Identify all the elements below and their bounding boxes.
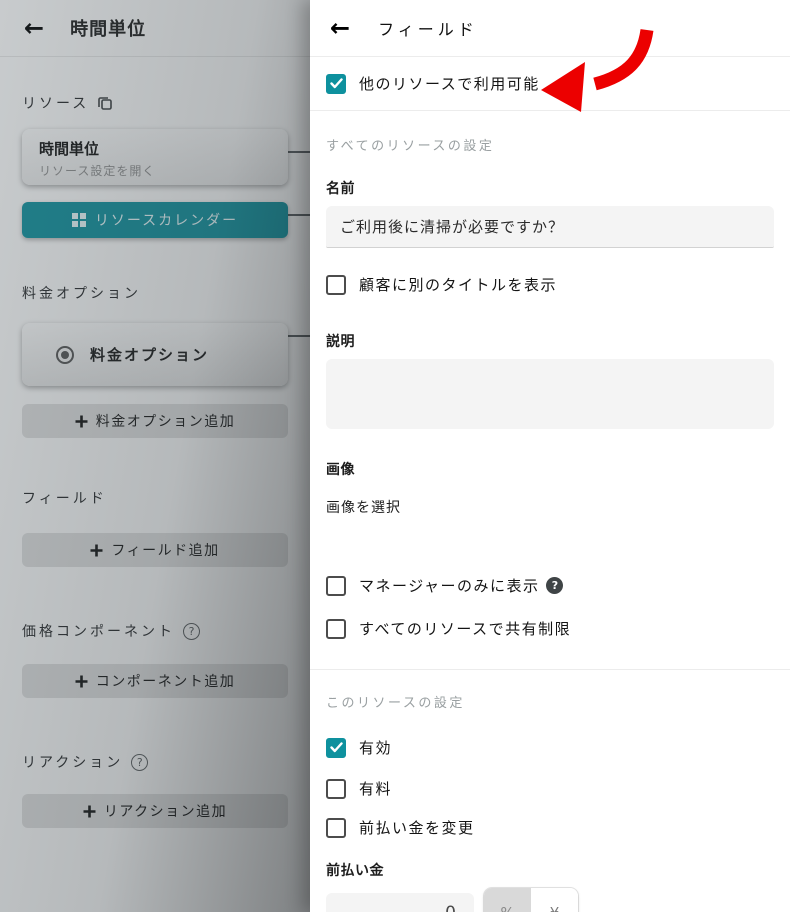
panel-back-arrow-icon[interactable]: ← [330, 16, 350, 40]
copy-icon[interactable] [97, 95, 113, 111]
checkbox-share-restriction[interactable]: すべてのリソースで共有制限 [326, 618, 774, 639]
add-field-button[interactable]: フィールド追加 [22, 533, 288, 567]
resource-section-label: リソース [22, 93, 288, 113]
checkbox-enabled[interactable]: 有効 [326, 737, 774, 758]
plus-icon [90, 544, 103, 557]
price-option-section-label: 料金オプション [22, 283, 288, 303]
prepayment-row: % ¥ [326, 888, 774, 912]
add-field-label: フィールド追加 [111, 543, 220, 559]
checkbox-label: マネージャーのみに表示 [359, 575, 564, 596]
image-field-label: 画像 [326, 462, 355, 478]
checkbox-alt-title[interactable]: 顧客に別のタイトルを表示 [326, 274, 774, 295]
checkbox-available-other-resources[interactable]: 他のリソースで利用可能 [326, 73, 774, 94]
divider [310, 110, 790, 111]
field-section-text: フィールド [22, 491, 107, 507]
checkbox-label: 有効 [359, 739, 393, 757]
panel-header: ← フィールド [310, 0, 790, 57]
checkbox-label: 前払い金を変更 [359, 819, 475, 837]
sidebar-header: ← 時間単位 [0, 0, 310, 57]
divider [310, 669, 790, 670]
add-reaction-label: リアクション追加 [103, 804, 228, 820]
reaction-section-text: リアクション [22, 755, 124, 771]
description-field-label: 説明 [326, 334, 355, 350]
add-component-button[interactable]: コンポーネント追加 [22, 664, 288, 698]
add-price-option-button[interactable]: 料金オプション追加 [22, 404, 288, 438]
checkbox-label-text: マネージャーのみに表示 [359, 577, 540, 595]
checkbox-label: すべてのリソースで共有制限 [359, 620, 572, 638]
plus-icon [75, 675, 88, 688]
checkbox-checked-icon[interactable] [326, 73, 346, 94]
checkbox-paid[interactable]: 有料 [326, 778, 774, 799]
resource-card-subtitle: リソース設定を開く [39, 164, 156, 178]
panel-title: フィールド [378, 20, 478, 39]
resource-calendar-button[interactable]: リソースカレンダー [22, 202, 288, 238]
checkbox-unchecked-icon[interactable] [326, 274, 346, 295]
grid-icon [71, 213, 86, 227]
sidebar: ← 時間単位 リソース 時間単位 リソース設定を開く リソースカレンダー 料金オ… [0, 0, 310, 912]
price-option-card-label: 料金オプション [90, 346, 210, 364]
resource-card-time-unit[interactable]: 時間単位 リソース設定を開く [22, 129, 288, 185]
add-component-label: コンポーネント追加 [95, 674, 236, 690]
checkbox-checked-icon[interactable] [326, 737, 346, 758]
checkbox-unchecked-icon[interactable] [326, 778, 346, 799]
resource-calendar-label: リソースカレンダー [94, 213, 239, 229]
back-arrow-icon[interactable]: ← [24, 16, 44, 40]
add-reaction-button[interactable]: リアクション追加 [22, 794, 288, 828]
checkbox-change-prepayment[interactable]: 前払い金を変更 [326, 817, 774, 838]
name-field-label: 名前 [326, 181, 355, 197]
unit-percent-button[interactable]: % [484, 888, 531, 912]
add-price-option-label: 料金オプション追加 [95, 414, 236, 430]
unit-yen-button[interactable]: ¥ [531, 888, 578, 912]
field-settings-panel: ← フィールド 他のリソースで利用可能 すべてのリソースの設定 名前 顧客に別の… [310, 0, 790, 912]
question-circle-icon[interactable] [183, 622, 200, 640]
radio-icon [56, 345, 74, 364]
checkbox-manager-only[interactable]: マネージャーのみに表示 [326, 575, 774, 596]
question-circle-icon[interactable] [131, 753, 149, 771]
checkbox-unchecked-icon[interactable] [326, 618, 346, 639]
reaction-section-label: リアクション [22, 752, 288, 772]
checkbox-label: 顧客に別のタイトルを表示 [359, 276, 558, 294]
checkbox-unchecked-icon[interactable] [326, 575, 346, 596]
prepayment-input[interactable] [326, 893, 474, 912]
resource-section-text: リソース [22, 96, 90, 112]
all-resources-section-label: すべてのリソースの設定 [326, 139, 495, 154]
sidebar-title: 時間単位 [70, 19, 147, 40]
prepayment-field-label: 前払い金 [326, 863, 384, 879]
this-resource-section-label: このリソースの設定 [326, 696, 465, 711]
price-option-card[interactable]: 料金オプション [22, 323, 288, 386]
field-section-label: フィールド [22, 488, 288, 508]
question-circle-filled-icon[interactable] [546, 577, 564, 594]
component-section-label: 価格コンポーネント [22, 621, 288, 641]
price-option-section-text: 料金オプション [22, 286, 141, 302]
plus-icon [75, 415, 88, 428]
name-input[interactable] [326, 206, 774, 248]
unit-toggle-group: % ¥ [484, 888, 578, 912]
checkbox-label: 有料 [359, 780, 393, 798]
component-section-text: 価格コンポーネント [22, 624, 175, 640]
image-select-button[interactable]: 画像を選択 [326, 497, 401, 517]
checkbox-unchecked-icon[interactable] [326, 817, 346, 838]
checkbox-label: 他のリソースで利用可能 [359, 75, 540, 93]
description-textarea[interactable] [326, 359, 774, 429]
resource-card-title: 時間単位 [39, 140, 100, 158]
plus-icon [83, 805, 96, 818]
